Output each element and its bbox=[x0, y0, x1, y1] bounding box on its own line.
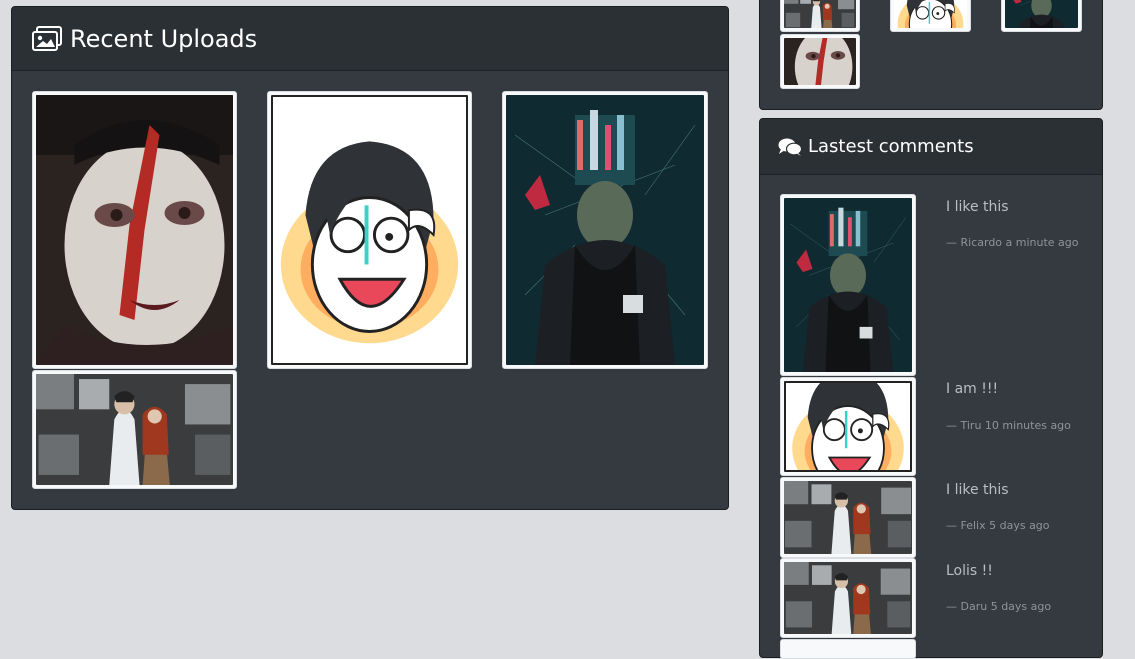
comment-meta: — Tiru 10 minutes ago bbox=[946, 419, 1071, 432]
anime-couple-image bbox=[36, 374, 233, 485]
cartoon-girl-image bbox=[786, 383, 910, 470]
comment-thumbnail-cartoon[interactable] bbox=[780, 377, 916, 476]
comment-thumbnail-hooded[interactable] bbox=[780, 194, 916, 376]
cartoon-girl-image bbox=[273, 97, 466, 363]
recent-uploads-title: Recent Uploads bbox=[70, 24, 258, 53]
comments-icon bbox=[778, 137, 802, 157]
hooded-man-image bbox=[784, 198, 912, 372]
latest-comments-header: Lastest comments bbox=[760, 119, 1102, 175]
upload-thumbnail-anime[interactable] bbox=[32, 370, 237, 489]
comment-meta: — Ricardo a minute ago bbox=[946, 236, 1079, 249]
comment-meta: — Daru 5 days ago bbox=[946, 600, 1052, 613]
comment-text: I am !!! bbox=[946, 381, 999, 397]
clown-face-image bbox=[784, 38, 856, 85]
sidebar-thumbnail-hooded[interactable] bbox=[1001, 0, 1082, 32]
upload-thumbnail-cartoon[interactable] bbox=[267, 91, 472, 369]
cartoon-girl-image bbox=[894, 0, 967, 28]
sidebar-thumbnail-clown[interactable] bbox=[780, 34, 860, 89]
upload-thumbnail-clown[interactable] bbox=[32, 91, 237, 369]
anime-couple-image bbox=[784, 562, 912, 634]
comment-thumbnail-partial[interactable] bbox=[780, 639, 916, 659]
comment-thumbnail-anime[interactable] bbox=[780, 558, 916, 638]
recent-uploads-header: Recent Uploads bbox=[12, 7, 728, 71]
sidebar-thumbnail-cartoon[interactable] bbox=[890, 0, 971, 32]
comment-text: I like this bbox=[946, 482, 1009, 498]
anime-couple-image bbox=[784, 0, 856, 28]
clown-face-image bbox=[36, 95, 233, 365]
comment-thumbnail-anime[interactable] bbox=[780, 477, 916, 558]
comment-text: I like this bbox=[946, 199, 1009, 215]
comment-meta: — Felix 5 days ago bbox=[946, 519, 1050, 532]
upload-thumbnail-hooded[interactable] bbox=[502, 91, 708, 369]
images-icon bbox=[32, 26, 62, 52]
comment-text: Lolis !! bbox=[946, 563, 993, 579]
hooded-man-image bbox=[506, 95, 704, 365]
anime-couple-image bbox=[784, 481, 912, 554]
latest-comments-title: Lastest comments bbox=[808, 136, 974, 157]
sidebar-thumbnail-anime[interactable] bbox=[780, 0, 860, 32]
hooded-man-image bbox=[1005, 0, 1078, 28]
